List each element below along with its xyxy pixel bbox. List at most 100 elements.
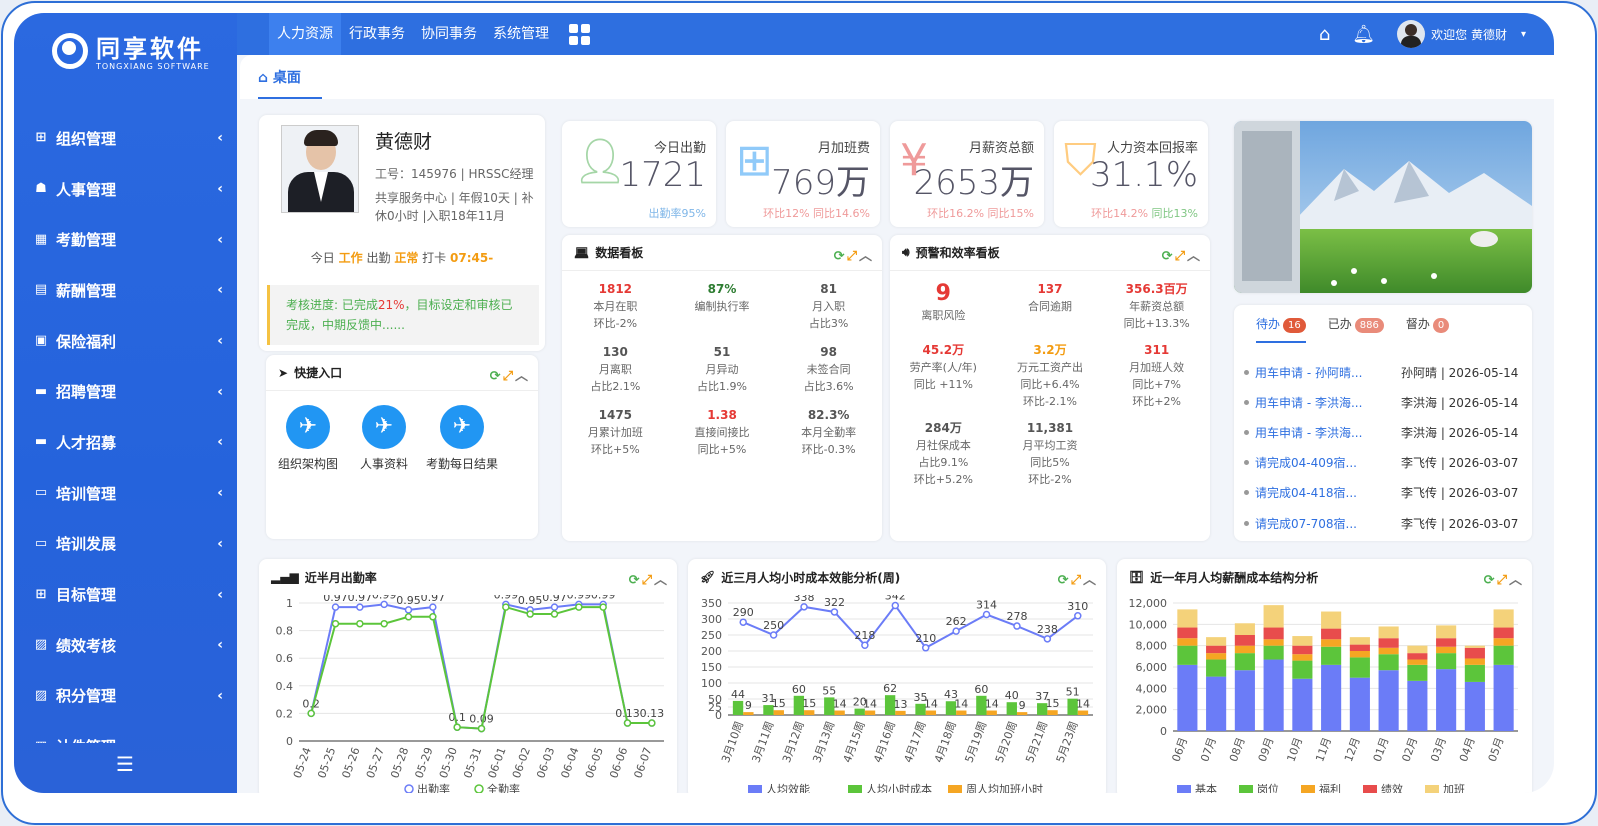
data-label: 15: [772, 697, 786, 710]
todo-title[interactable]: 用车申请 - 孙阿晴...: [1255, 364, 1401, 381]
topnav-hr[interactable]: 人力资源: [269, 13, 341, 55]
sidebar-item[interactable]: ▬ 人才招募 ‹: [14, 417, 237, 468]
refresh-icon[interactable]: ⟳: [1162, 249, 1173, 264]
expand-icon[interactable]: ⤢: [1175, 249, 1185, 264]
expand-icon[interactable]: ⤢: [503, 369, 513, 384]
collapse-icon[interactable]: ︿: [1187, 249, 1200, 264]
tab-pending[interactable]: 待办 16: [1256, 315, 1306, 343]
data-label: 322: [824, 596, 845, 609]
profile-info: 工号：145976 | HRSSC经理 共享服务中心 | 年假10天 | 补休0…: [375, 165, 535, 225]
efficiency-chart-panel: 🚀︎ 近三月人均小时成本效能分析(周) ⟳ ⤢ ︿ 0 25 50 100 150 200 250…: [688, 559, 1106, 793]
todo-row[interactable]: 用车申请 - 李洪海... 李洪海 | 2026-05-14: [1244, 387, 1524, 417]
stat-value: 31.1%: [1089, 155, 1198, 195]
topnav-admin[interactable]: 行政事务: [341, 13, 413, 55]
collapse-icon[interactable]: ︿: [654, 573, 667, 588]
todo-row[interactable]: 用车申请 - 孙阿晴... 孙阿晴 | 2026-05-14: [1244, 357, 1524, 387]
todo-title[interactable]: 用车申请 - 李洪海...: [1255, 424, 1401, 441]
x-tick-label: 06-01: [486, 746, 509, 780]
warning-board-title: 预警和效率看板: [915, 246, 1000, 260]
quick-label: 人事资料: [359, 457, 408, 471]
data-cell: 51 月异动 占比1.9%: [669, 344, 776, 395]
warning-board-grid: 9 离职风险 137 合同逾期 356.3百万 年薪资总额 同比+13.3% 45.2万 劳产率…: [890, 281, 1210, 488]
sidebar-item[interactable]: ▭ 培训发展 ‹: [14, 519, 237, 570]
stacked-bar-segment: [1349, 657, 1370, 678]
sidebar-item[interactable]: ⊞ 目标管理 ‹: [14, 569, 237, 620]
expand-icon[interactable]: ⤢: [642, 573, 652, 588]
logo-subtitle: TONGXIANG SOFTWARE: [96, 61, 210, 71]
refresh-icon[interactable]: ⟳: [1058, 573, 1069, 588]
data-point: [502, 603, 510, 611]
collapse-menu-icon[interactable]: ☰: [116, 752, 134, 776]
collapse-icon[interactable]: ︿: [1509, 573, 1522, 588]
todo-title[interactable]: 用车申请 - 李洪海...: [1255, 394, 1401, 411]
refresh-icon[interactable]: ⟳: [1484, 573, 1495, 588]
topnav-collab[interactable]: 协同事务: [413, 13, 485, 55]
collapse-icon[interactable]: ︿: [859, 249, 872, 264]
tab-desktop[interactable]: ⌂ 桌面: [258, 67, 322, 99]
sidebar-item[interactable]: ▨ 计件管理 ‹: [14, 721, 237, 743]
data-point: [453, 723, 461, 731]
data-board-grid: 1812 本月在职 环比-2% 87% 编制执行率 81 月入职 占比3% 130 月离职 占比2.…: [562, 281, 882, 458]
quick-attendance-daily[interactable]: ✈ 考勤每日结果: [422, 405, 502, 472]
cell-label: 月累计加班: [587, 426, 643, 439]
refresh-icon[interactable]: ⟳: [629, 573, 640, 588]
legend-marker: [848, 785, 862, 793]
profile-detail: 共享服务中心 | 年假10天 | 补休0小时 |入职18年11月: [375, 191, 534, 223]
sidebar-item[interactable]: ⊞ 组织管理 ‹: [14, 113, 237, 164]
legend-marker: [404, 784, 414, 793]
caret-down-icon[interactable]: ▾: [1521, 29, 1526, 40]
sidebar-item[interactable]: ▭ 培训管理 ‹: [14, 468, 237, 519]
collapse-icon[interactable]: ︿: [515, 369, 528, 384]
y-tick-label: 0: [286, 735, 293, 748]
expand-icon[interactable]: ⤢: [847, 249, 857, 264]
todo-title[interactable]: 请完成07-708宿...: [1255, 515, 1401, 532]
expand-icon[interactable]: ⤢: [1071, 573, 1081, 588]
todo-meta: 孙阿晴 | 2026-05-14: [1401, 365, 1519, 380]
wage-icon: ▤: [34, 282, 48, 298]
sidebar-item[interactable]: ▬ 招聘管理 ‹: [14, 366, 237, 417]
sidebar-item[interactable]: ▨ 绩效考核 ‹: [14, 620, 237, 671]
home-icon[interactable]: ⌂: [1319, 24, 1330, 45]
stat-label: 人力资本回报率: [1106, 141, 1198, 156]
todo-title[interactable]: 请完成04-409宿...: [1255, 454, 1401, 471]
cell-value: 82.3%: [807, 408, 850, 422]
avatar[interactable]: [1397, 20, 1426, 48]
data-cell: 130 月离职 占比2.1%: [562, 344, 669, 395]
tab-supervise[interactable]: 督办 0: [1406, 315, 1450, 343]
sidebar-item[interactable]: ▣ 保险福利 ‹: [14, 316, 237, 367]
sidebar-item[interactable]: ▨ 积分管理 ‹: [14, 671, 237, 722]
stacked-bar-segment: [1464, 681, 1485, 731]
todo-row[interactable]: 用车申请 - 李洪海... 李洪海 | 2026-05-14: [1244, 417, 1524, 447]
stat-sub: 同比14.6%: [813, 207, 870, 220]
sidebar-item[interactable]: ☗ 人事管理 ‹: [14, 164, 237, 215]
cell-label: 本月全勤率: [801, 426, 857, 439]
refresh-icon[interactable]: ⟳: [834, 249, 845, 264]
collapse-icon[interactable]: ︿: [1083, 573, 1096, 588]
todo-row[interactable]: 请完成04-409宿... 李飞传 | 2026-03-07: [1244, 448, 1524, 478]
x-tick-label: 5月19周: [962, 720, 989, 765]
quick-hr-data[interactable]: ✈ 人事资料: [344, 405, 424, 472]
profile-name: 黄德财: [375, 131, 433, 153]
bell-icon[interactable]: 🔔︎: [1352, 24, 1375, 45]
sidebar-item[interactable]: ▤ 薪酬管理 ‹: [14, 265, 237, 316]
stat-value: 1721: [619, 155, 706, 195]
todo-title[interactable]: 请完成04-418宿...: [1255, 484, 1401, 501]
attendance-chart-panel: ▂▄▆ 近半月出勤率 ⟳ ⤢ ︿ 0 0.2 0.4 0.6 0.8 1 05-24 05-25 05…: [259, 559, 677, 793]
refresh-icon[interactable]: ⟳: [490, 369, 501, 384]
quick-org-chart[interactable]: ✈ 组织架构图: [268, 405, 348, 472]
sidebar-item[interactable]: ▦ 考勤管理 ‹: [14, 214, 237, 265]
today-work: 工作: [338, 251, 363, 265]
todo-row[interactable]: 请完成07-708宿... 李飞传 | 2026-03-07: [1244, 508, 1524, 538]
x-tick-label: 06-07: [632, 746, 655, 780]
todo-row[interactable]: 请完成04-418宿... 李飞传 | 2026-03-07: [1244, 478, 1524, 508]
today-label: 今日: [310, 251, 335, 265]
expand-icon[interactable]: ⤢: [1497, 573, 1507, 588]
tab-done[interactable]: 已办 886: [1328, 315, 1384, 343]
x-tick-label: 4月18周: [932, 720, 959, 765]
apps-grid-icon[interactable]: [569, 23, 590, 45]
x-tick-label: 05月: [1486, 736, 1507, 764]
topnav-system[interactable]: 系统管理: [485, 13, 557, 55]
efficiency-combo-chart: 025501001502002503003503月10周 3月11周 3月12周 3月…: [701, 590, 1093, 793]
cell-sub: 环比+5.2%: [913, 473, 973, 486]
cell-sub: 占比3.6%: [803, 380, 854, 393]
